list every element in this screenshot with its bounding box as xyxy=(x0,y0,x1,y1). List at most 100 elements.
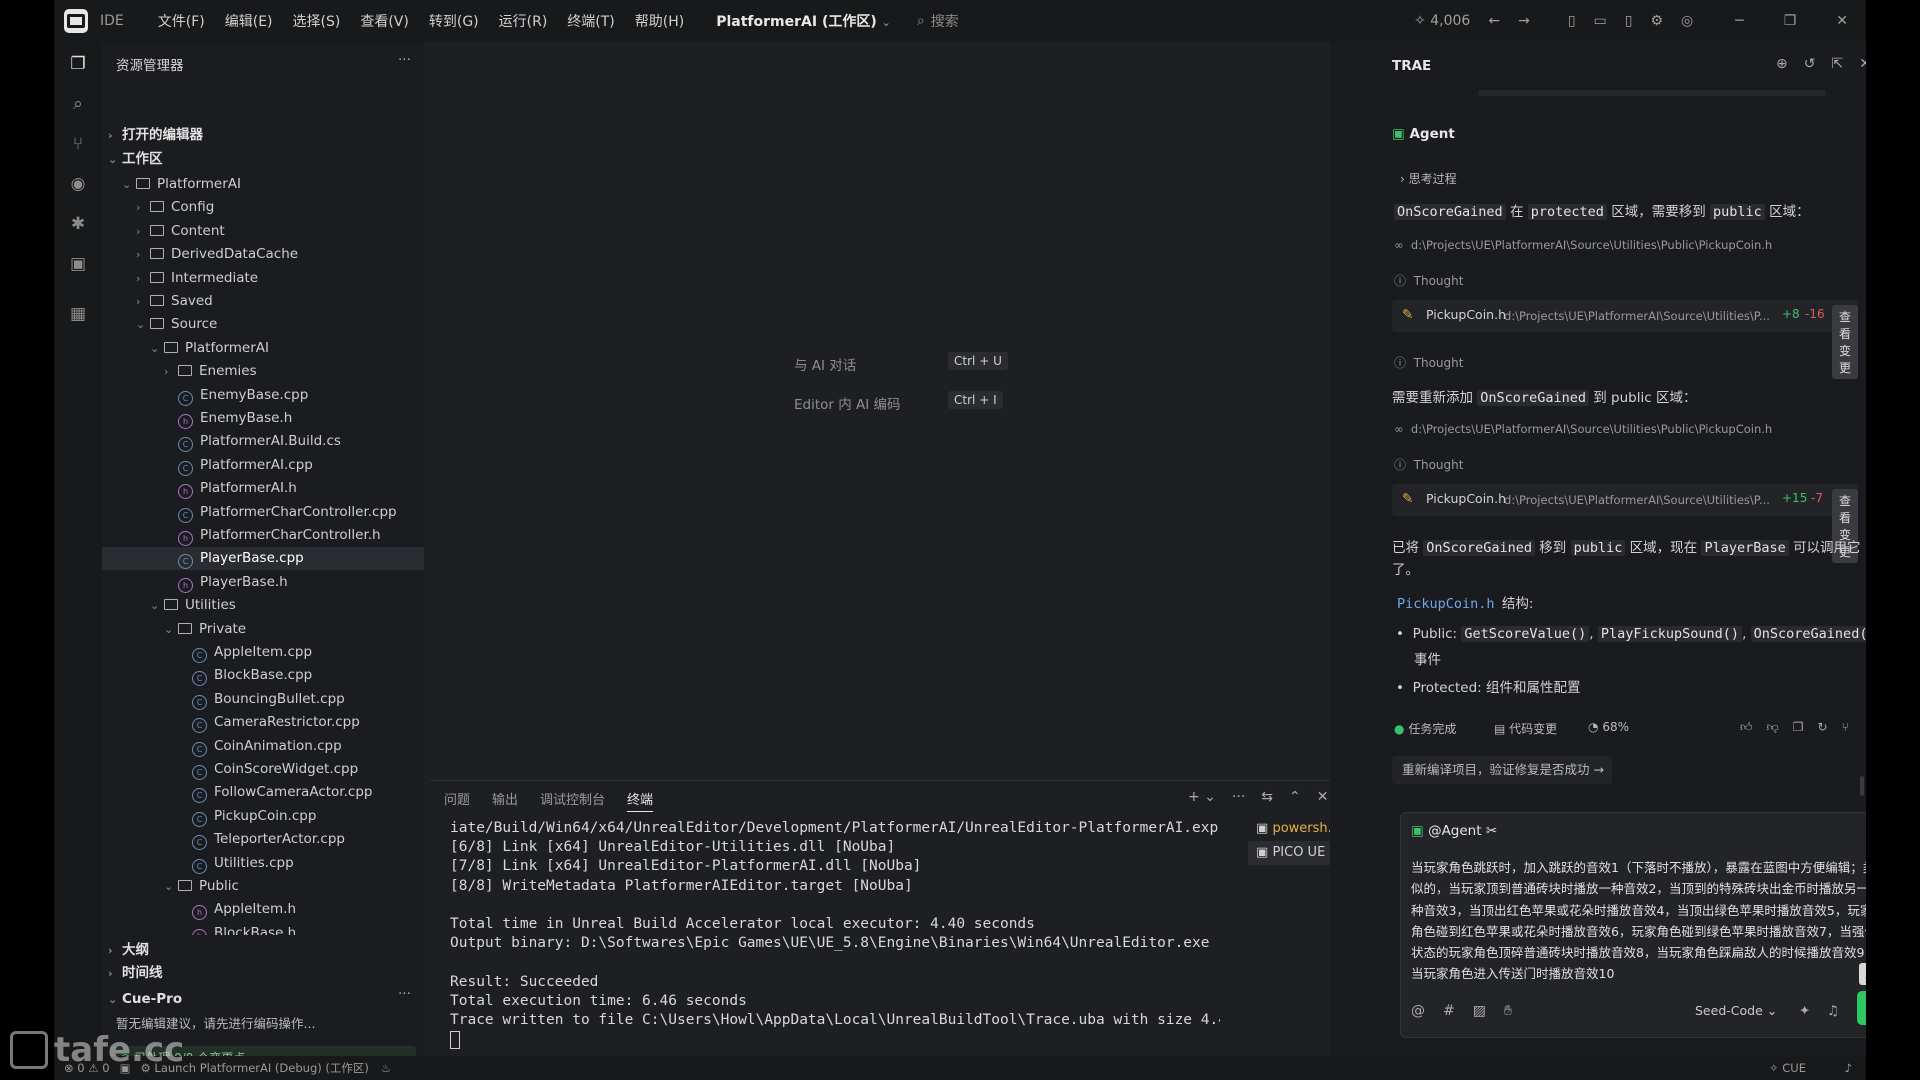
close-panel-icon[interactable]: ✕ xyxy=(1317,789,1329,805)
outline-section[interactable]: › 大纲 xyxy=(108,939,149,962)
tree-item[interactable]: ⌄ PlatformerAI xyxy=(102,173,424,196)
file-path-1[interactable]: ∞ d:\Projects\UE\PlatformerAI\Source\Uti… xyxy=(1394,238,1772,252)
remote-explorer-icon[interactable]: ▣ xyxy=(66,252,90,276)
toggle-sidebar-icon[interactable]: ▯ xyxy=(1568,13,1576,29)
tree-item[interactable]: C BlockBase.cpp xyxy=(102,664,424,687)
tree-item[interactable]: h PlatformerCharController.h xyxy=(102,524,424,547)
menu-select[interactable]: 选择(S) xyxy=(283,11,351,31)
debug-icon[interactable]: ✱ xyxy=(66,212,90,236)
file-path-2[interactable]: ∞ d:\Projects\UE\PlatformerAI\Source\Uti… xyxy=(1394,422,1772,436)
retry-icon[interactable]: ↻ xyxy=(1818,720,1828,735)
tree-item[interactable]: C PickupCoin.cpp xyxy=(102,805,424,828)
maximize-icon[interactable]: ❐ xyxy=(1784,13,1797,29)
menu-terminal[interactable]: 终端(T) xyxy=(557,11,624,31)
tree-item[interactable]: › Intermediate xyxy=(102,267,424,290)
toggle-panel-icon[interactable]: ▭ xyxy=(1594,13,1607,29)
thumbs-up-icon[interactable]: 👍︎ xyxy=(1740,720,1753,735)
tree-item[interactable]: C Utilities.cpp xyxy=(102,852,424,875)
project-selector[interactable]: PlatformerAI (工作区) ⌄ xyxy=(716,11,891,31)
tree-item[interactable]: C CoinScoreWidget.cpp xyxy=(102,758,424,781)
explorer-icon[interactable]: ❐ xyxy=(66,52,90,76)
maximize-panel-icon[interactable]: ⌃ xyxy=(1289,789,1301,805)
send-button[interactable]: ↑ xyxy=(1857,991,1866,1025)
tree-item[interactable]: h BlockBase.h xyxy=(102,922,424,935)
tree-item[interactable]: ⌄ Utilities xyxy=(102,594,424,617)
tree-item[interactable]: C AppleItem.cpp xyxy=(102,641,424,664)
thought-1[interactable]: ⓘ Thought xyxy=(1394,272,1463,289)
tree-item[interactable]: C EnemyBase.cpp xyxy=(102,384,424,407)
source-control-icon[interactable]: ⑂ xyxy=(66,132,90,156)
close-icon[interactable]: ✕ xyxy=(1836,13,1848,29)
tree-item[interactable]: C CameraRestrictor.cpp xyxy=(102,711,424,734)
minimize-icon[interactable]: ─ xyxy=(1735,13,1743,29)
cue-status[interactable]: ✧ CUE xyxy=(1769,1061,1806,1075)
copy-icon[interactable]: ❐ xyxy=(1793,720,1804,735)
tab-output[interactable]: 输出 xyxy=(492,789,518,812)
search-icon[interactable]: ⌕ xyxy=(66,92,90,116)
cue-more-icon[interactable]: ··· xyxy=(398,986,411,1002)
tree-item[interactable]: › DerivedDataCache xyxy=(102,243,424,266)
tab-problems[interactable]: 问题 xyxy=(444,789,470,812)
tree-item[interactable]: › Saved xyxy=(102,290,424,313)
suggestion-chip[interactable]: 重新编译项目，验证修复是否成功 → xyxy=(1392,756,1612,784)
file-change-card-2[interactable]: ✎ PickupCoin.h d:\Projects\UE\Platformer… xyxy=(1392,484,1859,563)
search-box[interactable]: ⌕ 搜索 xyxy=(917,11,959,31)
code-pickupcoin[interactable]: PickupCoin.h xyxy=(1394,596,1498,612)
thought-3[interactable]: ⓘ Thought xyxy=(1394,456,1463,473)
open-external-icon[interactable]: ⇱ xyxy=(1831,56,1843,72)
hand-icon[interactable]: ✋︎ xyxy=(1504,1003,1512,1019)
menu-file[interactable]: 文件(F) xyxy=(148,11,215,31)
tab-terminal[interactable]: 终端 xyxy=(627,789,654,812)
chat-input-box[interactable]: ▣ @Agent ✂ 当玩家角色跳跃时，加入跳跃的音效1（下落时不播放），暴露在… xyxy=(1400,812,1866,1038)
tree-item[interactable]: h PlayerBase.h xyxy=(102,571,424,594)
tree-item[interactable]: ⌄ Source xyxy=(102,313,424,336)
menu-run[interactable]: 运行(R) xyxy=(489,11,558,31)
tree-item[interactable]: C PlayerBase.cpp xyxy=(102,547,424,570)
view-changes-button[interactable]: 查看变更 xyxy=(1832,305,1859,379)
thought-2[interactable]: ⓘ Thought xyxy=(1394,354,1463,371)
forward-arrow-icon[interactable]: → xyxy=(1518,13,1530,29)
magic-icon[interactable]: ✦ xyxy=(1799,1003,1810,1019)
back-arrow-icon[interactable]: ← xyxy=(1488,13,1500,29)
account-icon[interactable]: ◎ xyxy=(1681,13,1693,29)
menu-edit[interactable]: 编辑(E) xyxy=(215,11,283,31)
tree-item[interactable]: C PlatformerAI.Build.cs xyxy=(102,430,424,453)
tree-item[interactable]: C FollowCameraActor.cpp xyxy=(102,781,424,804)
tree-item[interactable]: h AppleItem.h xyxy=(102,898,424,921)
menu-go[interactable]: 转到(G) xyxy=(419,11,489,31)
tree-item[interactable]: C PlatformerCharController.cpp xyxy=(102,501,424,524)
tree-item[interactable]: C PlatformerAI.cpp xyxy=(102,454,424,477)
tree-item[interactable]: h EnemyBase.h xyxy=(102,407,424,430)
extensions-icon[interactable]: ▦ xyxy=(66,302,90,326)
toggle-secondary-sidebar-icon[interactable]: ▯ xyxy=(1625,13,1633,29)
scrollbar[interactable] xyxy=(1860,776,1864,796)
tree-item[interactable]: C BouncingBullet.cpp xyxy=(102,688,424,711)
agent-mention[interactable]: ▣ @Agent ✂ xyxy=(1411,823,1497,839)
tree-item[interactable]: C TeleporterActor.cpp xyxy=(102,828,424,851)
credits-counter[interactable]: ✧ 4,006 xyxy=(1414,13,1470,29)
more-actions-icon[interactable]: ··· xyxy=(1232,789,1245,805)
tree-item[interactable]: h PlatformerAI.h xyxy=(102,477,424,500)
chat-input-text[interactable]: 当玩家角色跳跃时，加入跳跃的音效1（下落时不播放），暴露在蓝图中方便编辑；类似的… xyxy=(1411,857,1866,985)
tree-item[interactable]: › Content xyxy=(102,220,424,243)
menu-view[interactable]: 查看(V) xyxy=(350,11,419,31)
thumbs-down-icon[interactable]: 👎︎ xyxy=(1767,720,1779,735)
tree-item[interactable]: ⌄ Public xyxy=(102,875,424,898)
hash-icon[interactable]: # xyxy=(1443,1003,1455,1019)
notification-bell-icon[interactable]: ♪ xyxy=(1845,1061,1852,1075)
timeline-section[interactable]: › 时间线 xyxy=(108,962,163,985)
model-selector[interactable]: Seed-Code ⌄ xyxy=(1695,1003,1777,1018)
tree-item[interactable]: ⌄ Private xyxy=(102,618,424,641)
close-icon[interactable]: ✕ xyxy=(1859,56,1866,72)
tree-item[interactable]: C CoinAnimation.cpp xyxy=(102,735,424,758)
menu-help[interactable]: 帮助(H) xyxy=(625,11,694,31)
tree-item[interactable]: ⌄ PlatformerAI xyxy=(102,337,424,360)
new-terminal-icon[interactable]: + ⌄ xyxy=(1188,789,1216,805)
flame-icon[interactable]: ♨ xyxy=(381,1061,391,1075)
at-icon[interactable]: @ xyxy=(1411,1003,1425,1019)
branch-icon[interactable]: ⑂ xyxy=(1842,720,1849,735)
image-icon[interactable]: ▨ xyxy=(1473,1003,1486,1019)
history-icon[interactable]: ↺ xyxy=(1804,56,1816,72)
code-change[interactable]: ▤ 代码变更 xyxy=(1494,720,1557,737)
terminal-output[interactable]: iate/Build/Win64/x64/UnrealEditor/Develo… xyxy=(450,819,1220,1030)
